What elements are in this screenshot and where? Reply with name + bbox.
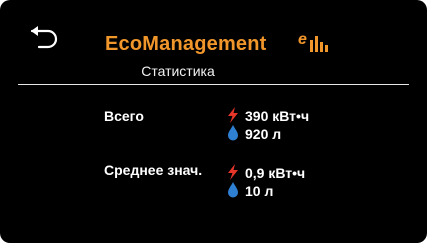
header-divider bbox=[18, 84, 409, 85]
water-drop-icon bbox=[226, 182, 240, 198]
lightning-bolt-icon bbox=[226, 107, 240, 123]
average-energy-value: 0,9 кВт•ч bbox=[245, 165, 306, 181]
water-drop-icon bbox=[226, 125, 240, 141]
eco-management-screen: EcoManagement e Статистика Всего 390 кВт… bbox=[0, 0, 427, 243]
page-subtitle: Статистика bbox=[141, 63, 215, 79]
lightning-bolt-icon bbox=[226, 164, 240, 180]
app-title: EcoManagement bbox=[105, 33, 267, 55]
eco-logo-icon: e bbox=[297, 30, 331, 54]
undo-arrow-icon bbox=[30, 26, 58, 49]
total-label: Всего bbox=[104, 108, 144, 124]
total-energy-value: 390 кВт•ч bbox=[245, 108, 310, 124]
back-button[interactable] bbox=[28, 24, 64, 54]
average-water-value: 10 л bbox=[245, 183, 274, 199]
total-water-value: 920 л bbox=[245, 126, 282, 142]
eco-logo-letter: e bbox=[298, 31, 307, 48]
average-label: Среднее знач. bbox=[104, 162, 203, 178]
